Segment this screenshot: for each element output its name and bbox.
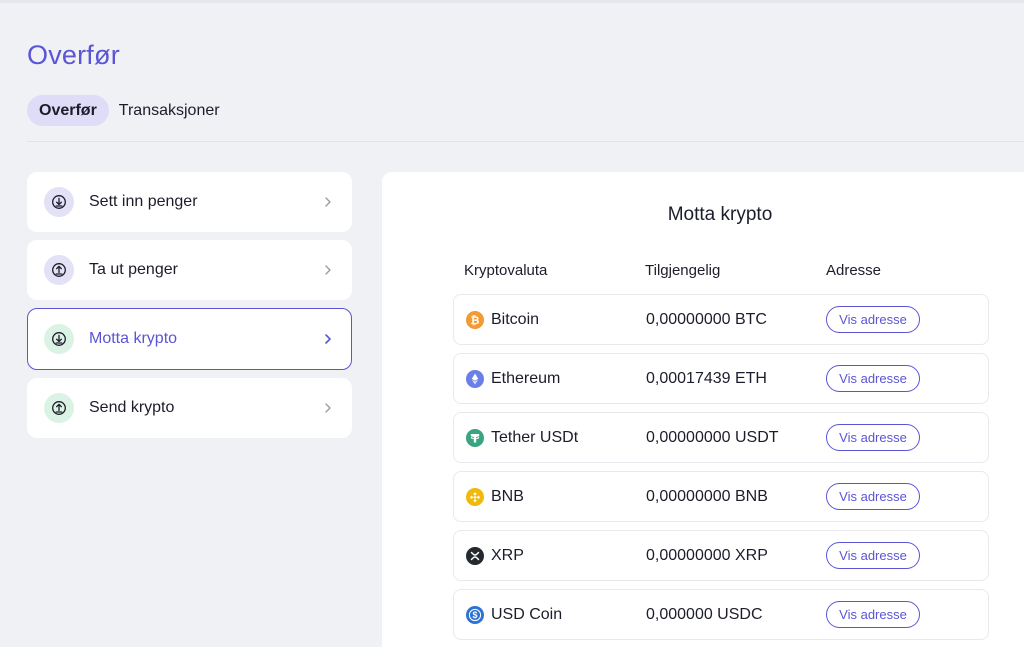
menu-item-send-crypto[interactable]: Send krypto [27,378,352,438]
top-border [0,0,1024,3]
tether-icon [466,429,484,447]
svg-text:₿: ₿ [471,315,480,327]
coin-balance: 0,00000000 BNB [646,488,768,505]
coin-name: Tether USDt [491,429,579,446]
chevron-right-icon [321,332,335,346]
coin-name: USD Coin [491,606,563,623]
menu-item-label: Send krypto [89,399,175,416]
upload-icon [44,255,74,285]
show-address-button[interactable]: Vis adresse [826,601,920,628]
column-header-available: Tilgjengelig [645,262,721,279]
xrp-icon [466,547,484,565]
panel-title: Motta krypto [667,204,773,225]
ethereum-icon [466,370,484,388]
crypto-row-tether: Tether USDt 0,00000000 USDT Vis adresse [453,412,989,463]
chevron-right-icon [321,401,335,415]
menu-item-deposit-money[interactable]: Sett inn penger [27,172,352,232]
tab-overfor[interactable]: Overfør [27,95,109,126]
tab-transaksjoner[interactable]: Transaksjoner [107,95,232,126]
coin-balance: 0,000000 USDC [646,606,763,623]
crypto-row-xrp: XRP 0,00000000 XRP Vis adresse [453,530,989,581]
chevron-right-icon [321,263,335,277]
chevron-right-icon [321,195,335,209]
coin-balance: 0,00000000 USDT [646,429,779,446]
usdc-icon: $ [466,606,484,624]
coin-name: XRP [491,547,524,564]
download-icon [44,187,74,217]
show-address-button[interactable]: Vis adresse [826,424,920,451]
coin-balance: 0,00000000 BTC [646,311,767,328]
upload-icon [44,393,74,423]
divider [27,141,1024,142]
show-address-button[interactable]: Vis adresse [826,483,920,510]
column-header-currency: Kryptovaluta [464,262,548,279]
column-header-address: Adresse [826,262,882,279]
crypto-row-ethereum: Ethereum 0,00017439 ETH Vis adresse [453,353,989,404]
show-address-button[interactable]: Vis adresse [826,542,920,569]
bnb-icon [466,488,484,506]
coin-name: Ethereum [491,370,561,387]
menu-item-receive-crypto[interactable]: Motta krypto [27,308,352,370]
menu-item-label: Motta krypto [89,330,178,347]
bitcoin-icon: ₿ [466,311,484,329]
crypto-row-bitcoin: ₿ Bitcoin 0,00000000 BTC Vis adresse [453,294,989,345]
tab-bar: Overfør Transaksjoner [27,95,232,126]
crypto-row-usd-coin: $ USD Coin 0,000000 USDC Vis adresse [453,589,989,640]
menu-item-label: Sett inn penger [89,193,198,210]
svg-text:$: $ [472,610,477,620]
show-address-button[interactable]: Vis adresse [826,306,920,333]
coin-name: Bitcoin [491,311,540,328]
coin-balance: 0,00017439 ETH [646,370,767,387]
page-title: Overfør [27,40,120,70]
menu-item-withdraw-money[interactable]: Ta ut penger [27,240,352,300]
show-address-button[interactable]: Vis adresse [826,365,920,392]
receive-crypto-panel: Motta krypto Kryptovaluta Tilgjengelig A… [382,172,1024,647]
crypto-row-bnb: BNB 0,00000000 BNB Vis adresse [453,471,989,522]
coin-name: BNB [491,488,524,505]
transfer-menu: Sett inn penger Ta ut penger Motta krypt… [27,172,352,446]
coin-balance: 0,00000000 XRP [646,547,768,564]
download-icon [44,324,74,354]
crypto-list: ₿ Bitcoin 0,00000000 BTC Vis adresse Eth… [453,294,989,647]
menu-item-label: Ta ut penger [89,261,178,278]
